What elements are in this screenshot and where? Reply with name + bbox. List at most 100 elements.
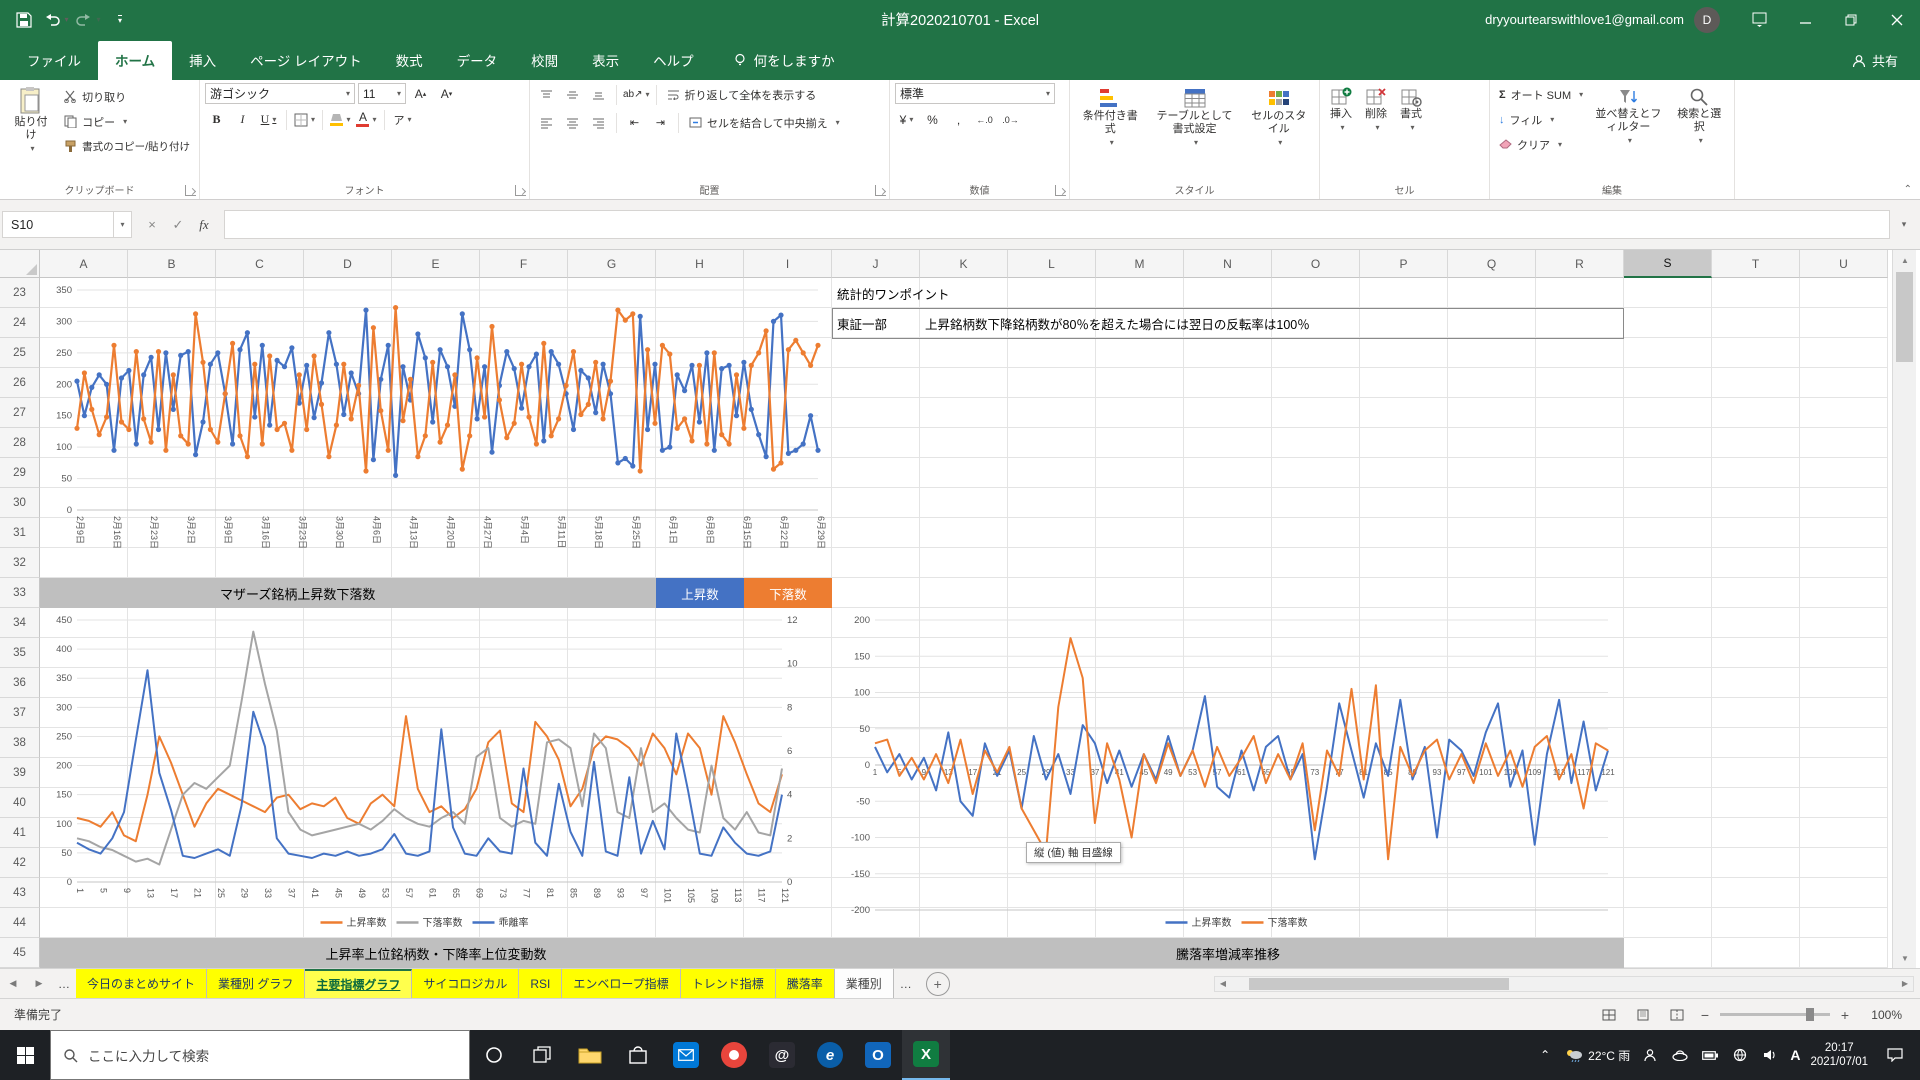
increase-indent-button[interactable]: ⇥ bbox=[649, 112, 672, 133]
scroll-down-icon[interactable]: ▼ bbox=[1893, 948, 1917, 968]
comma-button[interactable]: , bbox=[947, 109, 970, 130]
row-header-37[interactable]: 37 bbox=[0, 698, 40, 728]
column-header-M[interactable]: M bbox=[1096, 250, 1184, 278]
excel-taskbar-button[interactable]: X bbox=[902, 1030, 950, 1080]
zoom-level[interactable]: 100% bbox=[1860, 1008, 1902, 1022]
sheet-tab-2[interactable]: 主要指標グラフ bbox=[305, 969, 412, 998]
row-header-26[interactable]: 26 bbox=[0, 368, 40, 398]
row-header-28[interactable]: 28 bbox=[0, 428, 40, 458]
restore-button[interactable] bbox=[1828, 0, 1874, 39]
enter-entry-button[interactable]: ✓ bbox=[166, 213, 190, 237]
bold-button[interactable]: B bbox=[205, 109, 228, 130]
currency-dropdown-icon[interactable]: ▾ bbox=[909, 115, 913, 124]
number-dialog-launcher-icon[interactable] bbox=[1055, 185, 1066, 196]
row-header-41[interactable]: 41 bbox=[0, 818, 40, 848]
zoom-out-button[interactable]: − bbox=[1698, 1007, 1712, 1023]
edge-button[interactable]: e bbox=[806, 1030, 854, 1080]
row-header-40[interactable]: 40 bbox=[0, 788, 40, 818]
legend-down-count[interactable]: 下落数 bbox=[744, 578, 832, 608]
battery-tray-icon[interactable] bbox=[1700, 1051, 1720, 1060]
delete-dropdown-icon[interactable]: ▾ bbox=[1375, 121, 1379, 134]
format-as-table-button[interactable]: テーブルとして書式設定 ▾ bbox=[1149, 83, 1241, 152]
column-header-T[interactable]: T bbox=[1712, 250, 1800, 278]
font-dialog-launcher-icon[interactable] bbox=[515, 185, 526, 196]
cell-j23[interactable]: 統計的ワンポイント bbox=[832, 278, 955, 308]
merge-center-button[interactable]: セルを結合して中央揃え▾ bbox=[685, 111, 844, 134]
page-layout-view-button[interactable] bbox=[1630, 1004, 1656, 1026]
ribbon-tab-4[interactable]: 数式 bbox=[379, 41, 440, 80]
fill-color-dropdown-icon[interactable]: ▾ bbox=[346, 115, 350, 124]
name-box[interactable]: S10 bbox=[2, 211, 114, 238]
ribbon-tab-1[interactable]: ホーム bbox=[98, 41, 172, 80]
select-all-corner[interactable] bbox=[0, 250, 40, 278]
people-tray-icon[interactable] bbox=[1640, 1048, 1660, 1062]
borders-button[interactable]: ▾ bbox=[293, 109, 316, 130]
row-header-45[interactable]: 45 bbox=[0, 938, 40, 968]
cortana-button[interactable] bbox=[470, 1030, 518, 1080]
row-header-24[interactable]: 24 bbox=[0, 308, 40, 338]
column-header-L[interactable]: L bbox=[1008, 250, 1096, 278]
name-box-dropdown-icon[interactable]: ▾ bbox=[114, 211, 132, 238]
page-break-view-button[interactable] bbox=[1664, 1004, 1690, 1026]
volume-tray-icon[interactable] bbox=[1760, 1049, 1780, 1061]
increase-decimal-button[interactable]: ←.0 bbox=[973, 109, 996, 130]
scroll-right-icon[interactable]: ▶ bbox=[1897, 979, 1913, 988]
ime-mode-indicator[interactable]: A bbox=[1790, 1047, 1800, 1063]
chart-mothers-up-down[interactable]: 0501001502002503003502月9日2月16日2月23日3月2日3… bbox=[43, 282, 826, 574]
font-name-combo[interactable]: 游ゴシック▾ bbox=[205, 83, 355, 104]
taskbar-search-box[interactable]: ここに入力して検索 bbox=[50, 1030, 470, 1080]
sheet-tab-0[interactable]: 今日のまとめサイト bbox=[76, 969, 207, 998]
row-header-31[interactable]: 31 bbox=[0, 518, 40, 548]
ribbon-tab-3[interactable]: ページ レイアウト bbox=[233, 41, 378, 80]
zoom-slider-thumb[interactable] bbox=[1806, 1008, 1814, 1021]
row-header-25[interactable]: 25 bbox=[0, 338, 40, 368]
paste-dropdown-icon[interactable]: ▾ bbox=[31, 142, 35, 155]
borders-dropdown-icon[interactable]: ▾ bbox=[311, 115, 315, 124]
store-button[interactable] bbox=[614, 1030, 662, 1080]
account-email[interactable]: dryyourtearswithlove1@gmail.com bbox=[1485, 12, 1684, 27]
sheet-overflow-right[interactable]: … bbox=[894, 977, 918, 991]
merge-dropdown-icon[interactable]: ▾ bbox=[836, 118, 840, 127]
at-app-button[interactable]: @ bbox=[758, 1030, 806, 1080]
orientation-dropdown-icon[interactable]: ▾ bbox=[646, 90, 650, 99]
sheet-tab-5[interactable]: エンベロープ指標 bbox=[562, 969, 680, 998]
column-header-U[interactable]: U bbox=[1800, 250, 1888, 278]
font-color-dropdown-icon[interactable]: ▾ bbox=[372, 115, 376, 124]
task-view-button[interactable] bbox=[518, 1030, 566, 1080]
column-header-F[interactable]: F bbox=[480, 250, 568, 278]
mail-app-button[interactable] bbox=[662, 1030, 710, 1080]
percent-button[interactable]: % bbox=[921, 109, 944, 130]
share-button[interactable]: 共有 bbox=[1852, 51, 1920, 80]
sheet-tab-6[interactable]: トレンド指標 bbox=[681, 969, 776, 998]
avatar[interactable]: D bbox=[1694, 7, 1720, 33]
row-header-29[interactable]: 29 bbox=[0, 458, 40, 488]
tell-me-box[interactable]: 何をしますか bbox=[733, 50, 835, 80]
fill-button[interactable]: ↓フィル▾ bbox=[1495, 108, 1587, 131]
conditional-formatting-dropdown-icon[interactable]: ▾ bbox=[1110, 136, 1114, 149]
column-header-G[interactable]: G bbox=[568, 250, 656, 278]
zoom-slider[interactable] bbox=[1720, 1013, 1830, 1016]
new-sheet-button[interactable]: + bbox=[926, 972, 950, 996]
phonetic-dropdown-icon[interactable]: ▾ bbox=[407, 115, 411, 124]
align-top-button[interactable] bbox=[535, 84, 558, 105]
column-header-H[interactable]: H bbox=[656, 250, 744, 278]
zoom-in-button[interactable]: + bbox=[1838, 1007, 1852, 1023]
cell-styles-dropdown-icon[interactable]: ▾ bbox=[1278, 136, 1282, 149]
row-header-39[interactable]: 39 bbox=[0, 758, 40, 788]
sheet-tab-7[interactable]: 騰落率 bbox=[776, 969, 835, 998]
conditional-formatting-button[interactable]: 条件付き書式 ▾ bbox=[1075, 83, 1146, 152]
column-header-I[interactable]: I bbox=[744, 250, 832, 278]
undo-button[interactable]: ▾ bbox=[42, 6, 70, 34]
horizontal-scrollbar[interactable]: ◀ ▶ bbox=[1214, 976, 1914, 992]
fill-dropdown-icon[interactable]: ▾ bbox=[1550, 115, 1554, 124]
outlook-button[interactable]: O bbox=[854, 1030, 902, 1080]
row-header-34[interactable]: 34 bbox=[0, 608, 40, 638]
sheet-overflow-left[interactable]: … bbox=[52, 977, 76, 991]
weather-widget[interactable]: 22°C 雨 bbox=[1565, 1047, 1630, 1064]
column-header-K[interactable]: K bbox=[920, 250, 1008, 278]
ribbon-tab-7[interactable]: 表示 bbox=[575, 41, 636, 80]
autosum-button[interactable]: Σオート SUM▾ bbox=[1495, 83, 1587, 106]
clipboard-dialog-launcher-icon[interactable] bbox=[185, 185, 196, 196]
fill-color-button[interactable]: ▾ bbox=[329, 109, 352, 130]
action-center-button[interactable] bbox=[1878, 1048, 1912, 1062]
